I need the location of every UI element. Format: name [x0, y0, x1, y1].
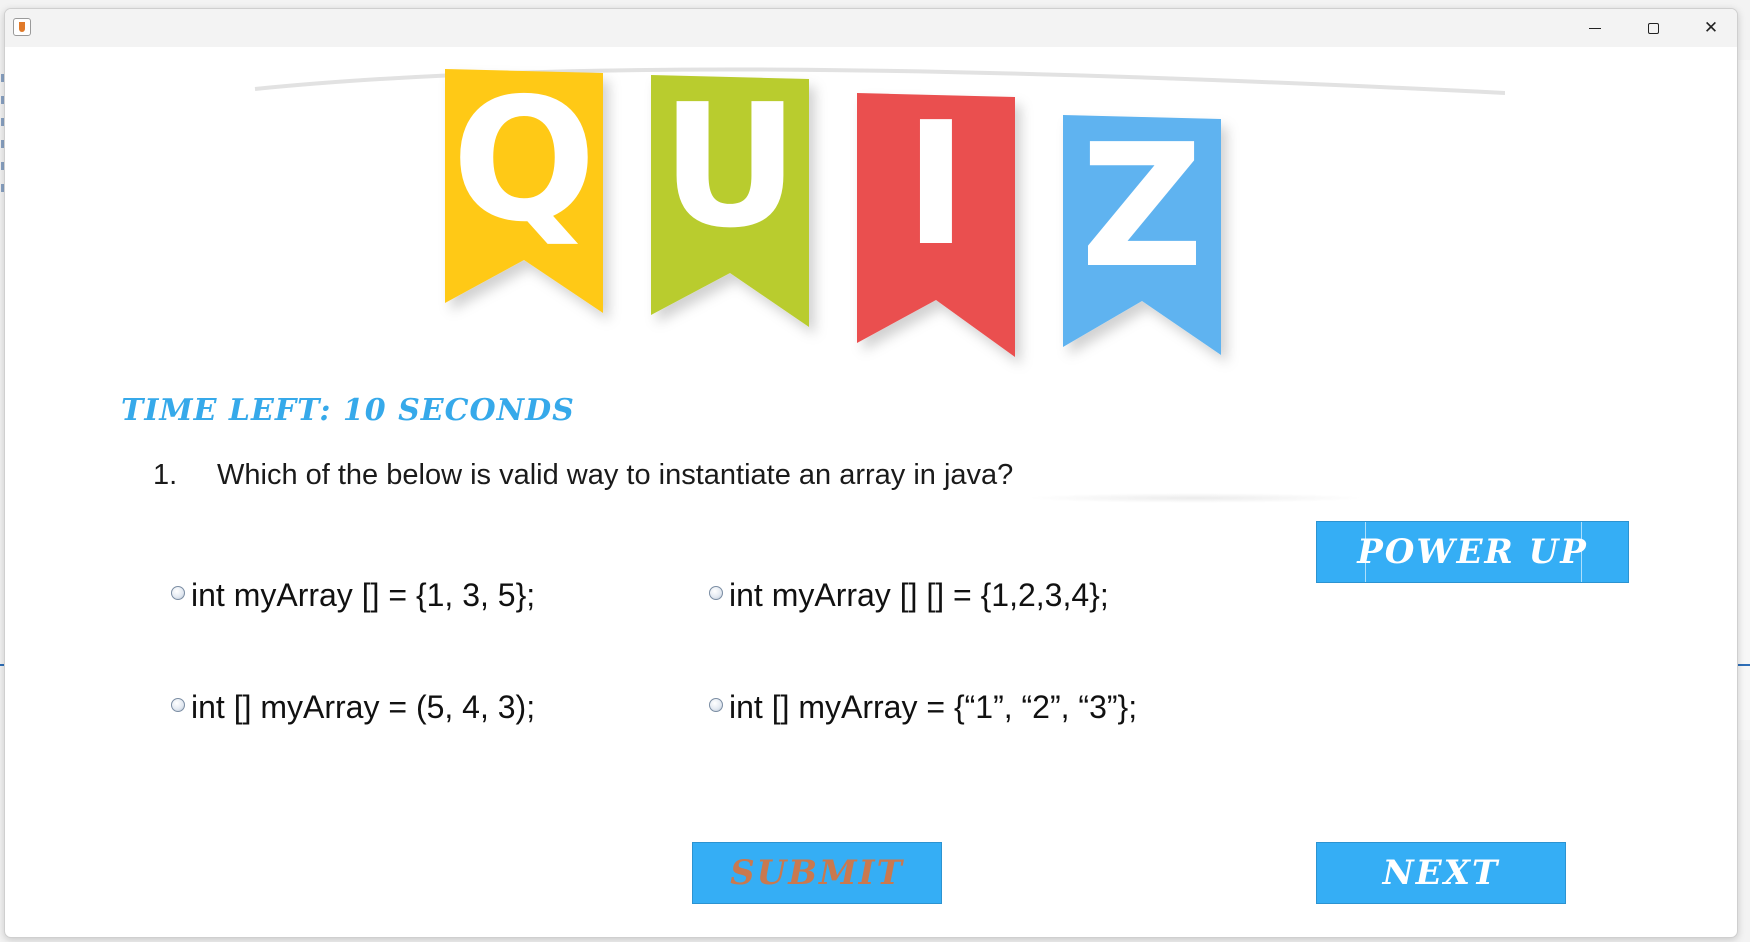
question-underline-shadow	[1025, 493, 1365, 503]
desktop-divider-right	[1736, 664, 1750, 666]
answer-option-label: int [] myArray = {“1”, “2”, “3”};	[729, 689, 1138, 725]
banner-string	[254, 67, 1505, 95]
flag-letter-i: I	[904, 86, 967, 284]
radio-button-icon[interactable]	[171, 585, 185, 600]
java-app-icon	[13, 18, 31, 36]
question-text: Which of the below is valid way to insta…	[217, 459, 1014, 491]
quiz-content: Q U I Z TIME LEFT: 10 SECONDS 1. Which o…	[5, 47, 1737, 937]
power-up-label: POWER UP	[1357, 532, 1588, 572]
answer-option-label: int myArray [] = {1, 3, 5};	[191, 577, 536, 613]
answer-option-1[interactable]: int myArray [] = {1, 3, 5};	[171, 577, 535, 614]
answer-option-2[interactable]: int myArray [] [] = {1,2,3,4};	[709, 577, 1109, 614]
next-button[interactable]: NEXT	[1316, 842, 1566, 904]
close-button[interactable]: ✕	[1682, 9, 1737, 47]
quiz-banner: Q U I Z	[254, 62, 1505, 357]
radio-button-icon[interactable]	[709, 697, 723, 712]
title-bar[interactable]: ✕	[5, 9, 1737, 47]
next-label: NEXT	[1382, 853, 1500, 893]
maximize-button[interactable]	[1624, 9, 1682, 47]
radio-button-icon[interactable]	[171, 697, 185, 712]
question-number: 1.	[153, 459, 178, 491]
maximize-icon	[1647, 22, 1659, 34]
flag-letter-z: Z	[1080, 108, 1203, 306]
quiz-window: ✕ Q U I Z TIME LEFT: 10 SECONDS 1. Which…	[4, 8, 1738, 938]
flag-letter-q: Q	[452, 62, 597, 260]
flag-letter-u: U	[661, 68, 799, 266]
minimize-button[interactable]	[1566, 9, 1624, 47]
minimize-icon	[1589, 27, 1601, 29]
time-left-label: TIME LEFT: 10 SECONDS	[121, 393, 575, 428]
radio-button-icon[interactable]	[709, 585, 723, 600]
answer-option-4[interactable]: int [] myArray = {“1”, “2”, “3”};	[709, 689, 1137, 726]
submit-label: SUBMIT	[730, 853, 904, 893]
submit-button[interactable]: SUBMIT	[692, 842, 942, 904]
answer-option-3[interactable]: int [] myArray = (5, 4, 3);	[171, 689, 535, 726]
answer-option-label: int [] myArray = (5, 4, 3);	[191, 689, 536, 725]
answer-option-label: int myArray [] [] = {1,2,3,4};	[729, 577, 1109, 613]
close-icon: ✕	[1703, 18, 1719, 38]
power-up-button[interactable]: POWER UP	[1316, 521, 1629, 583]
